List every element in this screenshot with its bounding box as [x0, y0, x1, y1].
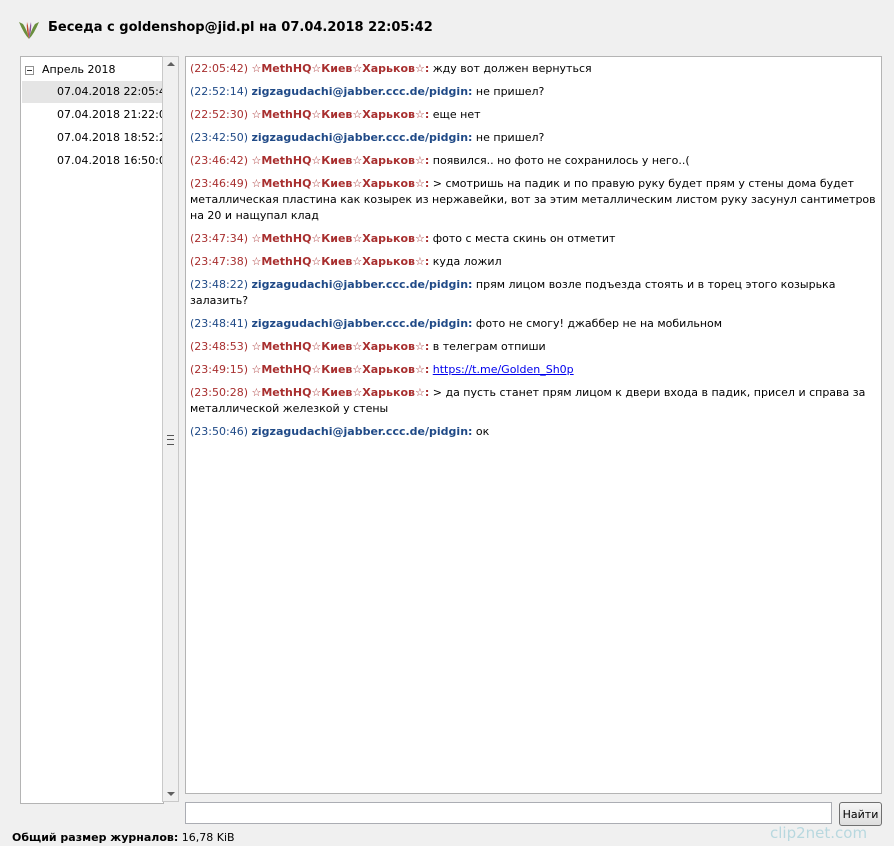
search-input[interactable]	[185, 802, 832, 824]
tree-item-log[interactable]: 07.04.2018 16:50:03	[22, 150, 173, 172]
message-sender: zigzagudachi@jabber.ccc.de/pidgin:	[251, 425, 473, 438]
message-timestamp: (23:46:49)	[190, 177, 248, 190]
message-timestamp: (23:49:15)	[190, 363, 248, 376]
message-sender: ☆MethHQ☆Киев☆Харьков☆:	[251, 232, 430, 245]
message-timestamp: (23:48:22)	[190, 278, 248, 291]
message-sender: zigzagudachi@jabber.ccc.de/pidgin:	[251, 131, 473, 144]
find-button[interactable]: Найти	[839, 802, 882, 826]
message-text: в телеграм отпиши	[429, 340, 546, 353]
clip2net-watermark: clip2net.com	[770, 824, 868, 842]
message-sender: ☆MethHQ☆Киев☆Харьков☆:	[251, 340, 430, 353]
tree-item-log[interactable]: 07.04.2018 22:05:42	[22, 81, 173, 103]
tree-group-label: Апрель 2018	[42, 63, 116, 76]
chat-message: (23:47:38) ☆MethHQ☆Киев☆Харьков☆: куда л…	[190, 254, 877, 270]
chat-message: (23:49:15) ☆MethHQ☆Киев☆Харьков☆: https:…	[190, 362, 877, 378]
message-timestamp: (23:42:50)	[190, 131, 248, 144]
pane-splitter-scrollbar[interactable]	[162, 56, 179, 802]
message-text: не пришел?	[472, 85, 545, 98]
message-timestamp: (23:47:38)	[190, 255, 248, 268]
chat-message: (23:48:41) zigzagudachi@jabber.ccc.de/pi…	[190, 316, 877, 332]
chat-message: (23:48:53) ☆MethHQ☆Киев☆Харьков☆: в теле…	[190, 339, 877, 355]
message-sender: ☆MethHQ☆Киев☆Харьков☆:	[251, 154, 430, 167]
message-timestamp: (23:47:34)	[190, 232, 248, 245]
chat-message: (23:46:49) ☆MethHQ☆Киев☆Харьков☆: > смот…	[190, 176, 877, 224]
splitter-grip-icon[interactable]	[167, 435, 174, 445]
chat-message: (23:47:34) ☆MethHQ☆Киев☆Харьков☆: фото с…	[190, 231, 877, 247]
message-text: фото с места скинь он отметит	[429, 232, 616, 245]
tree-item-log[interactable]: 07.04.2018 21:22:03	[22, 104, 173, 126]
message-timestamp: (23:50:28)	[190, 386, 248, 399]
tree-group-month[interactable]: Апрель 2018	[25, 63, 115, 77]
message-timestamp: (23:46:42)	[190, 154, 248, 167]
message-text: куда ложил	[429, 255, 502, 268]
tree-item-log[interactable]: 07.04.2018 18:52:22	[22, 127, 173, 149]
window-title: Беседа с goldenshop@jid.pl на 07.04.2018…	[48, 20, 433, 35]
message-timestamp: (23:48:53)	[190, 340, 248, 353]
message-timestamp: (22:52:14)	[190, 85, 248, 98]
message-text: ок	[472, 425, 490, 438]
message-timestamp: (22:05:42)	[190, 62, 248, 75]
collapse-icon[interactable]	[25, 65, 34, 75]
chat-message: (23:42:50) zigzagudachi@jabber.ccc.de/pi…	[190, 130, 877, 146]
message-sender: ☆MethHQ☆Киев☆Харьков☆:	[251, 177, 430, 190]
message-sender: ☆MethHQ☆Киев☆Харьков☆:	[251, 255, 430, 268]
message-timestamp: (22:52:30)	[190, 108, 248, 121]
message-sender: ☆MethHQ☆Киев☆Харьков☆:	[251, 363, 430, 376]
chat-message: (23:50:28) ☆MethHQ☆Киев☆Харьков☆: > да п…	[190, 385, 877, 417]
scroll-down-arrow-icon[interactable]	[167, 792, 175, 796]
message-text: фото не смогу! джаббер не на мобильном	[472, 317, 723, 330]
status-value: 16,78 KiB	[178, 831, 235, 844]
message-sender: zigzagudachi@jabber.ccc.de/pidgin:	[251, 317, 473, 330]
message-sender: zigzagudachi@jabber.ccc.de/pidgin:	[251, 278, 473, 291]
conversation-log: (22:05:42) ☆MethHQ☆Киев☆Харьков☆: жду во…	[185, 56, 882, 794]
chat-message: (23:50:46) zigzagudachi@jabber.ccc.de/pi…	[190, 424, 877, 440]
chat-message: (23:46:42) ☆MethHQ☆Киев☆Харьков☆: появил…	[190, 153, 877, 169]
status-bar: Общий размер журналов: 16,78 KiB	[12, 831, 235, 844]
message-sender: ☆MethHQ☆Киев☆Харьков☆:	[251, 386, 430, 399]
window-titlebar: Беседа с goldenshop@jid.pl на 07.04.2018…	[0, 0, 894, 56]
message-text: жду вот должен вернуться	[429, 62, 592, 75]
scroll-up-arrow-icon[interactable]	[167, 62, 175, 66]
message-link[interactable]: https://t.me/Golden_Sh0p	[433, 363, 574, 376]
message-text: не пришел?	[472, 131, 545, 144]
log-tree[interactable]: Апрель 2018 07.04.2018 22:05:42 07.04.20…	[20, 56, 173, 804]
message-sender: zigzagudachi@jabber.ccc.de/pidgin:	[251, 85, 473, 98]
chat-message: (22:05:42) ☆MethHQ☆Киев☆Харьков☆: жду во…	[190, 61, 877, 77]
message-timestamp: (23:50:46)	[190, 425, 248, 438]
message-text: появился.. но фото не сохранилось у него…	[429, 154, 690, 167]
message-timestamp: (23:48:41)	[190, 317, 248, 330]
status-label: Общий размер журналов:	[12, 831, 179, 844]
chat-message: (22:52:14) zigzagudachi@jabber.ccc.de/pi…	[190, 84, 877, 100]
chat-message: (22:52:30) ☆MethHQ☆Киев☆Харьков☆: еще не…	[190, 107, 877, 123]
message-text: еще нет	[429, 108, 481, 121]
message-sender: ☆MethHQ☆Киев☆Харьков☆:	[251, 108, 430, 121]
message-sender: ☆MethHQ☆Киев☆Харьков☆:	[251, 62, 430, 75]
pidgin-app-icon	[19, 22, 39, 39]
chat-message: (23:48:22) zigzagudachi@jabber.ccc.de/pi…	[190, 277, 877, 309]
